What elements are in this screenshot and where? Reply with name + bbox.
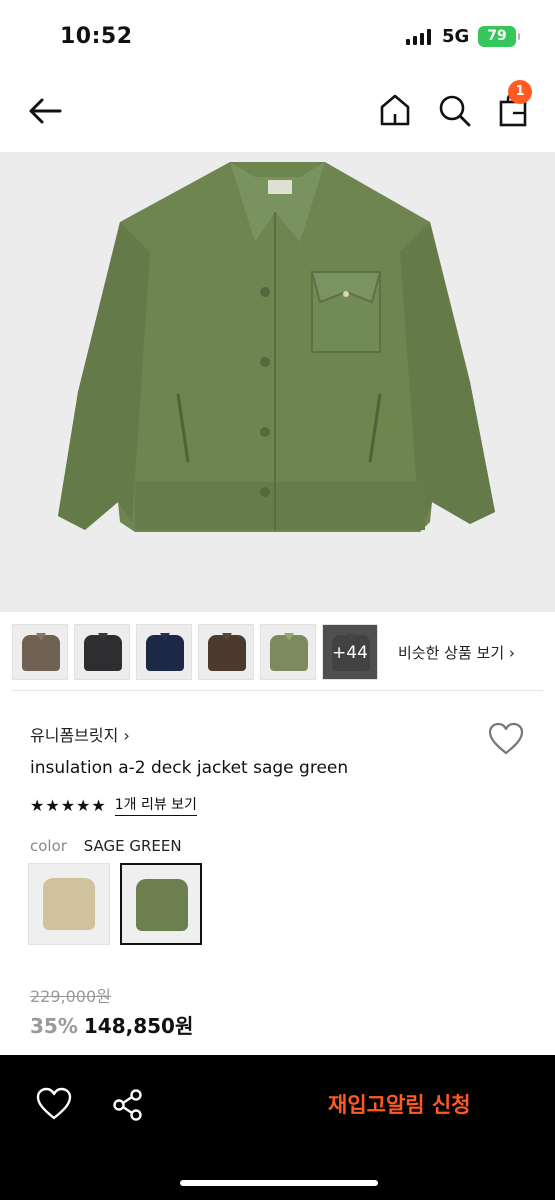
divider bbox=[12, 690, 543, 691]
swatch-beige-jacket bbox=[43, 878, 95, 930]
color-row: color SAGE GREEN bbox=[30, 837, 182, 855]
thumb-1[interactable] bbox=[12, 624, 68, 680]
share-icon[interactable] bbox=[110, 1087, 146, 1123]
thumb-5[interactable] bbox=[260, 624, 316, 680]
jacket-illustration bbox=[0, 152, 555, 612]
original-price: 229,000원 bbox=[30, 987, 111, 1006]
thumb-4[interactable] bbox=[198, 624, 254, 680]
thumb-more[interactable]: +44 bbox=[322, 624, 378, 680]
search-icon[interactable] bbox=[436, 92, 472, 128]
product-main-image[interactable] bbox=[0, 152, 555, 612]
thumb-3[interactable] bbox=[136, 624, 192, 680]
thumb-2[interactable] bbox=[74, 624, 130, 680]
rating-stars: ★★★★★ bbox=[30, 795, 107, 815]
cart-count-badge: 1 bbox=[508, 80, 532, 104]
product-title: insulation a-2 deck jacket sage green bbox=[30, 758, 349, 778]
battery-level: 79 bbox=[487, 28, 507, 44]
thumb-3-jacket bbox=[146, 635, 184, 671]
final-price: 148,850원 bbox=[83, 1014, 194, 1038]
bottom-action-bar: 재입고알림 신청 bbox=[0, 1055, 555, 1200]
status-time: 10:52 bbox=[60, 24, 133, 49]
signal-icon bbox=[406, 29, 431, 45]
restock-alert-button[interactable]: 재입고알림 신청 bbox=[328, 1089, 471, 1119]
rating-row: ★★★★★ 1개 리뷰 보기 bbox=[30, 794, 197, 816]
color-swatches bbox=[28, 863, 202, 945]
thumbnail-strip: +44 비슷한 상품 보기 › bbox=[12, 623, 552, 681]
network-label: 5G bbox=[442, 26, 470, 47]
thumb-5-jacket bbox=[270, 635, 308, 671]
brand-link[interactable]: 유니폼브릿지 › bbox=[30, 722, 130, 746]
home-indicator bbox=[180, 1180, 378, 1186]
color-value: SAGE GREEN bbox=[83, 837, 182, 855]
status-bar: 10:52 5G 79 bbox=[0, 0, 555, 75]
thumb-more-count: +44 bbox=[323, 625, 377, 679]
thumb-4-jacket bbox=[208, 635, 246, 671]
review-link[interactable]: 1개 리뷰 보기 bbox=[114, 794, 197, 816]
swatch-sage-green[interactable] bbox=[120, 863, 202, 945]
color-label: color bbox=[30, 837, 67, 855]
thumb-2-jacket bbox=[84, 635, 122, 671]
swatch-beige[interactable] bbox=[28, 863, 110, 945]
similar-products-link[interactable]: 비슷한 상품 보기 › bbox=[398, 642, 515, 663]
back-arrow-icon[interactable] bbox=[26, 94, 66, 128]
thumb-1-jacket bbox=[22, 635, 60, 671]
wishlist-heart-icon[interactable] bbox=[488, 722, 524, 756]
like-heart-icon[interactable] bbox=[36, 1087, 72, 1121]
price-row: 35% 148,850원 bbox=[30, 1010, 193, 1039]
discount-rate: 35% bbox=[30, 1014, 78, 1038]
home-icon[interactable] bbox=[377, 92, 413, 128]
battery-icon: 79 bbox=[478, 26, 520, 47]
nav-header: 1 bbox=[0, 80, 555, 144]
swatch-sage-green-jacket bbox=[136, 879, 188, 931]
